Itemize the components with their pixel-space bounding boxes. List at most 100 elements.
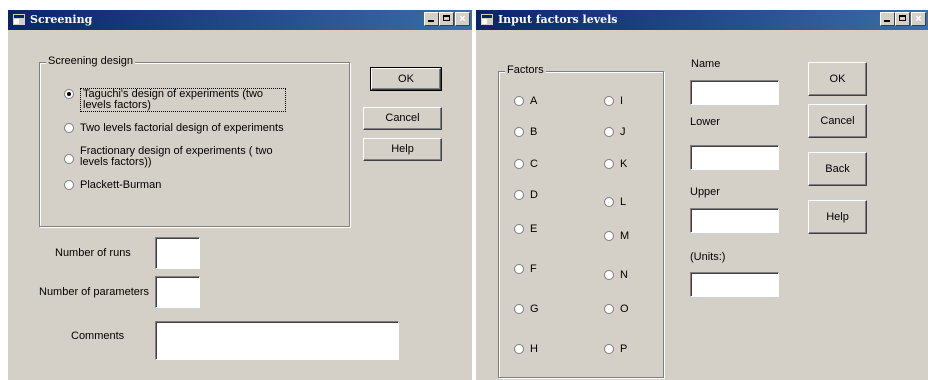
close-icon: × xyxy=(459,13,466,25)
close-button[interactable]: × xyxy=(911,12,926,26)
factor-label: O xyxy=(620,303,629,315)
option-label: Taguchi's design of experiments (two lev… xyxy=(80,88,286,112)
radio-dot xyxy=(64,89,74,99)
option-label: Two levels factorial design of experimen… xyxy=(80,122,284,134)
app-icon xyxy=(13,14,25,25)
radio-dot xyxy=(514,344,524,354)
radio-fractionary[interactable]: Fractionary design of experiments ( two … xyxy=(64,146,294,168)
factor-radio-b[interactable]: B xyxy=(514,126,537,138)
lower-label: Lower xyxy=(690,116,720,128)
option-label: Plackett-Burman xyxy=(80,179,162,191)
radio-dot xyxy=(64,154,74,164)
factor-radio-d[interactable]: D xyxy=(514,189,538,201)
factor-radio-c[interactable]: C xyxy=(514,158,538,170)
minimize-icon xyxy=(428,20,434,22)
factor-radio-g[interactable]: G xyxy=(514,303,539,315)
radio-dot xyxy=(64,180,74,190)
minimize-button[interactable] xyxy=(880,12,895,26)
window-title: Screening xyxy=(30,13,93,26)
radio-dot xyxy=(604,231,614,241)
radio-dot xyxy=(604,197,614,207)
factor-label: C xyxy=(530,158,538,170)
factor-label: D xyxy=(530,189,538,201)
factor-label: P xyxy=(620,343,628,355)
window-title: Input factors levels xyxy=(498,13,618,26)
factor-label: A xyxy=(530,95,538,107)
close-button[interactable]: × xyxy=(455,12,470,26)
number-of-parameters-label: Number of parameters xyxy=(39,286,150,298)
ok-button[interactable]: OK xyxy=(808,62,867,96)
radio-two-levels-factorial[interactable]: Two levels factorial design of experimen… xyxy=(64,122,314,134)
back-button[interactable]: Back xyxy=(808,152,867,186)
number-of-parameters-field[interactable] xyxy=(155,276,200,308)
factor-label: H xyxy=(530,343,538,355)
upper-field[interactable] xyxy=(690,208,779,233)
name-label: Name xyxy=(691,58,721,70)
factor-radio-k[interactable]: K xyxy=(604,158,627,170)
radio-dot xyxy=(64,123,74,133)
group-label: Screening design xyxy=(46,55,136,67)
option-label: Fractionary design of experiments ( two … xyxy=(80,145,273,168)
radio-dot xyxy=(514,159,524,169)
factor-radio-e[interactable]: E xyxy=(514,223,537,235)
comments-field[interactable] xyxy=(155,321,399,360)
number-of-runs-label: Number of runs xyxy=(55,247,131,259)
help-button[interactable]: Help xyxy=(363,138,442,161)
factor-label: N xyxy=(620,269,628,281)
maximize-button[interactable] xyxy=(439,12,454,26)
radio-dot xyxy=(604,127,614,137)
radio-dot xyxy=(604,304,614,314)
radio-taguchi[interactable]: Taguchi's design of experiments (two lev… xyxy=(64,88,294,112)
input-factors-titlebar[interactable]: Input factors levels × xyxy=(476,10,928,30)
units-label: (Units:) xyxy=(690,251,726,263)
radio-dot xyxy=(514,304,524,314)
close-icon: × xyxy=(915,13,922,25)
help-button[interactable]: Help xyxy=(808,200,867,234)
input-factors-window: Input factors levels × Factors A B C D E… xyxy=(476,10,928,380)
factor-radio-o[interactable]: O xyxy=(604,303,629,315)
maximize-button[interactable] xyxy=(895,12,910,26)
factor-label: G xyxy=(530,303,539,315)
factor-label: J xyxy=(620,126,626,138)
name-field[interactable] xyxy=(690,80,779,105)
units-field[interactable] xyxy=(690,272,779,297)
radio-dot xyxy=(604,270,614,280)
cancel-button[interactable]: Cancel xyxy=(808,104,867,138)
factor-radio-p[interactable]: P xyxy=(604,343,627,355)
factor-radio-l[interactable]: L xyxy=(604,196,626,208)
maximize-icon xyxy=(443,15,450,21)
radio-dot xyxy=(514,127,524,137)
ok-button[interactable]: OK xyxy=(370,67,442,91)
radio-plackett-burman[interactable]: Plackett-Burman xyxy=(64,179,264,191)
factor-label: I xyxy=(620,95,624,107)
factor-radio-n[interactable]: N xyxy=(604,269,628,281)
factor-label: F xyxy=(530,263,537,275)
radio-dot xyxy=(604,344,614,354)
factor-label: L xyxy=(620,196,627,208)
factor-radio-m[interactable]: M xyxy=(604,230,629,242)
number-of-runs-field[interactable] xyxy=(155,237,200,269)
factor-radio-h[interactable]: H xyxy=(514,343,538,355)
radio-dot xyxy=(514,190,524,200)
app-icon xyxy=(481,14,493,25)
minimize-button[interactable] xyxy=(424,12,439,26)
factor-label: B xyxy=(530,126,538,138)
factor-radio-f[interactable]: F xyxy=(514,263,537,275)
lower-field[interactable] xyxy=(690,145,779,170)
cancel-button[interactable]: Cancel xyxy=(363,107,442,130)
screening-window: Screening × Screening design Taguchi's d… xyxy=(8,10,472,380)
comments-label: Comments xyxy=(71,330,125,342)
screening-titlebar[interactable]: Screening × xyxy=(8,10,472,30)
factor-radio-i[interactable]: I xyxy=(604,95,623,107)
radio-dot xyxy=(604,96,614,106)
radio-dot xyxy=(514,224,524,234)
group-label: Factors xyxy=(505,64,546,76)
minimize-icon xyxy=(884,20,890,22)
radio-dot xyxy=(514,264,524,274)
factor-label: E xyxy=(530,223,538,235)
factor-radio-a[interactable]: A xyxy=(514,95,537,107)
maximize-icon xyxy=(899,15,906,21)
factor-radio-j[interactable]: J xyxy=(604,126,626,138)
factor-label: M xyxy=(620,230,630,242)
upper-label: Upper xyxy=(690,186,720,198)
